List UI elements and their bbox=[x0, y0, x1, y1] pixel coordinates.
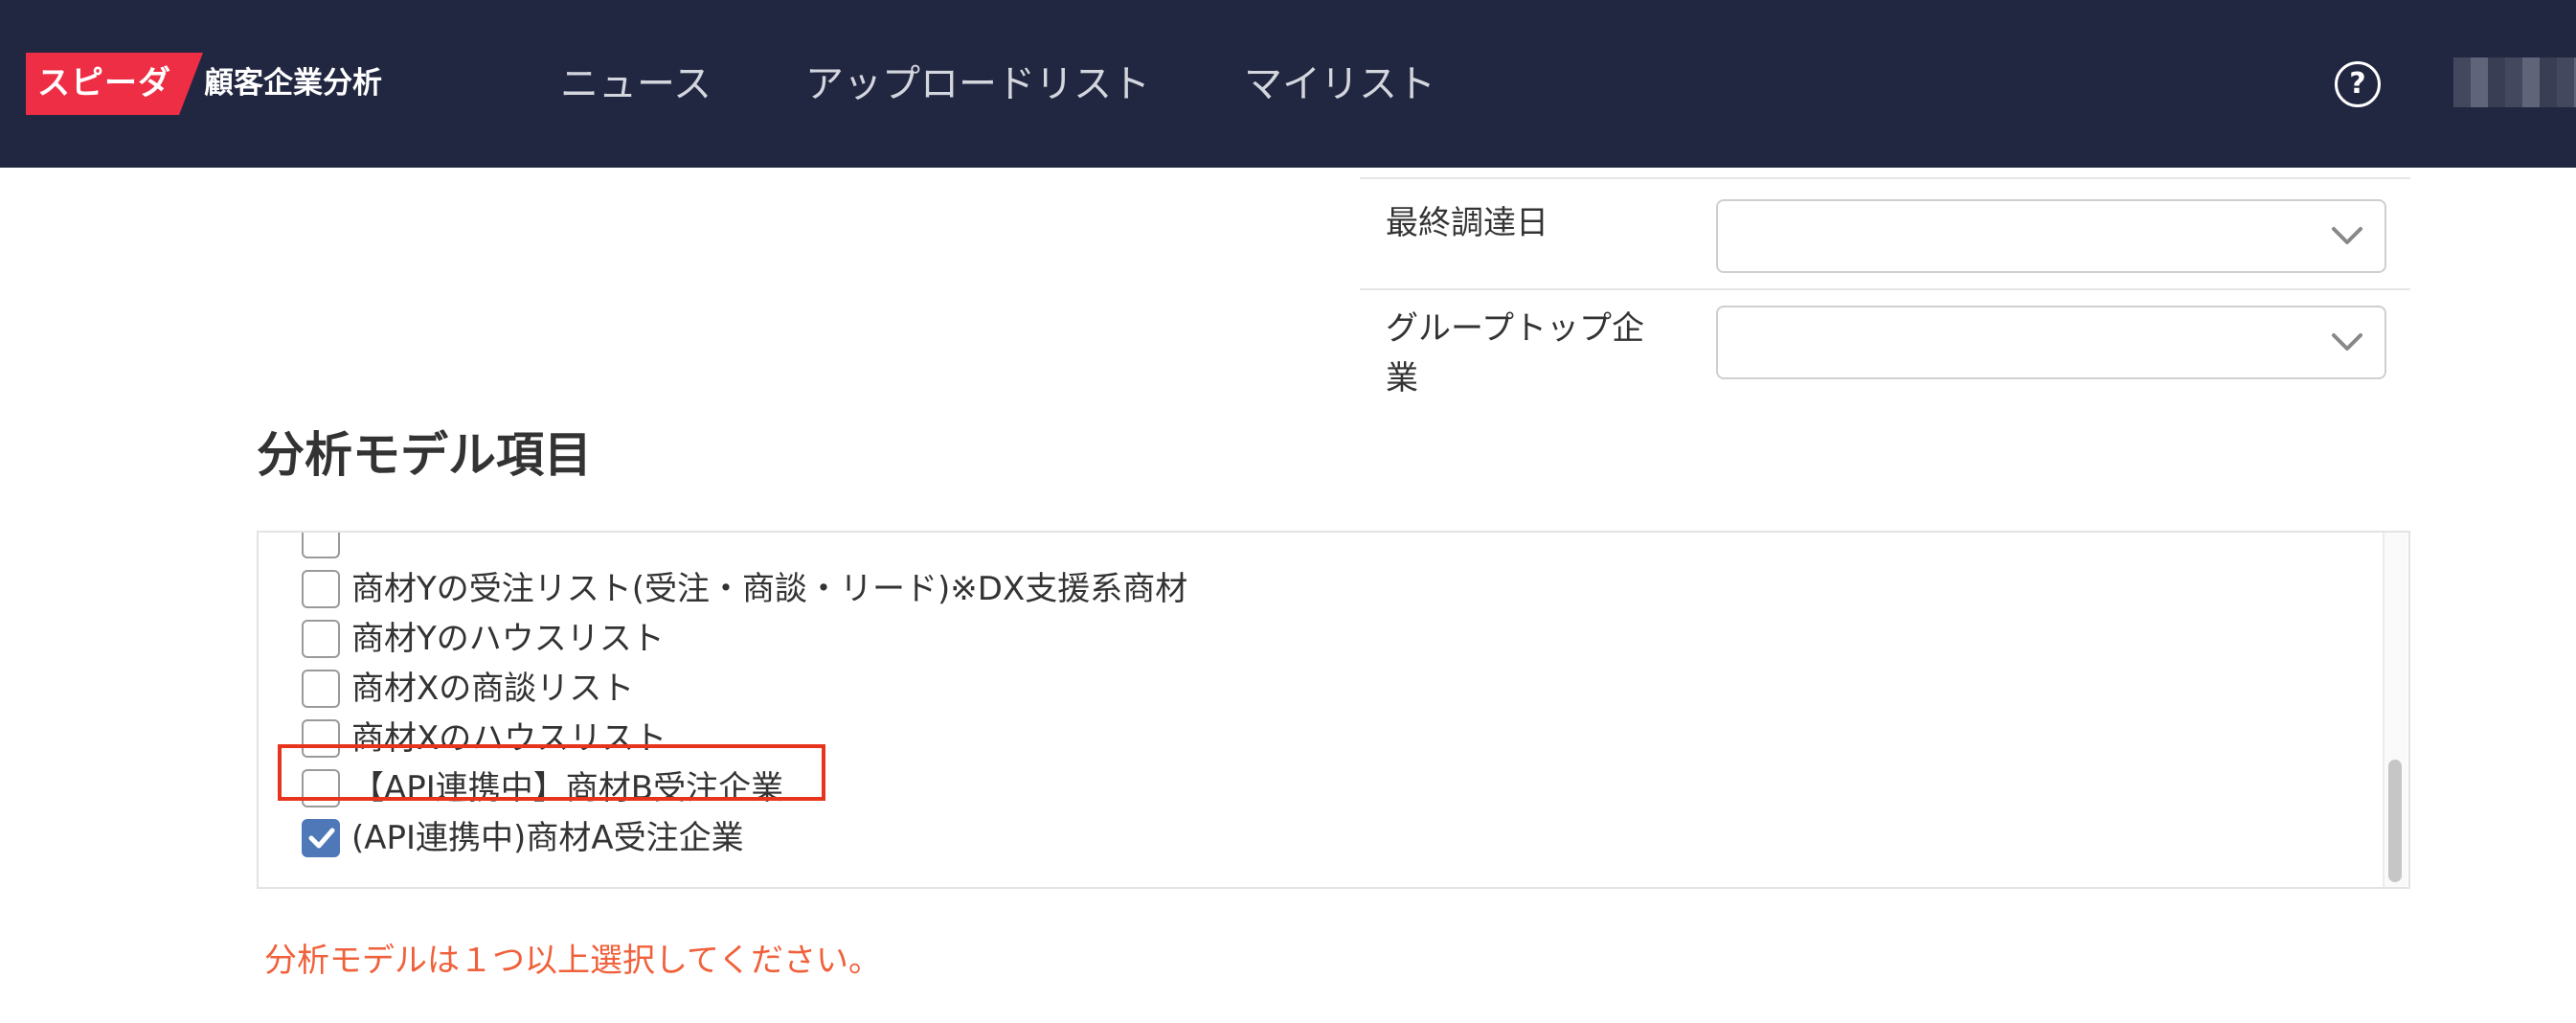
nav-upload-list[interactable]: アップロードリスト bbox=[805, 53, 1150, 116]
model-option[interactable]: 商材Yのハウスリスト bbox=[302, 614, 1187, 664]
model-option-label: 商材Yのハウスリスト bbox=[351, 620, 665, 658]
analysis-model-title: 分析モデル項目 bbox=[257, 427, 592, 483]
checkbox[interactable] bbox=[302, 533, 340, 558]
analysis-model-options: 商材Yの受注リスト(受注・商談・リード)※DX支援系商材 商材Yのハウスリスト … bbox=[302, 533, 1187, 863]
nav-my-list[interactable]: マイリスト bbox=[1244, 53, 1435, 116]
checkmark-icon bbox=[308, 828, 335, 849]
model-option[interactable]: 商材Xのハウスリスト bbox=[302, 714, 1187, 763]
chevron-down-icon bbox=[2332, 227, 2362, 244]
model-option-label: (API連携中)商材A受注企業 bbox=[351, 819, 744, 857]
model-option-label: 商材Xの商談リスト bbox=[351, 670, 635, 708]
filter-row-group-top-company: グループトップ企 業 bbox=[1360, 290, 2410, 410]
main-nav: ニュース アップロードリスト マイリスト bbox=[560, 53, 1529, 116]
checkbox[interactable] bbox=[302, 620, 340, 658]
analysis-model-list[interactable]: 商材Yの受注リスト(受注・商談・リード)※DX支援系商材 商材Yのハウスリスト … bbox=[257, 531, 2410, 889]
checkbox[interactable] bbox=[302, 570, 340, 608]
filter-row-last-funding-date: 最終調達日 bbox=[1360, 177, 2410, 290]
nav-news[interactable]: ニュース bbox=[560, 53, 712, 116]
checkbox[interactable] bbox=[302, 719, 340, 758]
app-name: 顧客企業分析 bbox=[204, 66, 382, 101]
logo-text: スピーダ bbox=[37, 64, 171, 102]
filter-label-line1: グループトップ企 bbox=[1386, 309, 1644, 348]
user-avatar[interactable] bbox=[2453, 57, 2576, 107]
validation-error: 分析モデルは１つ以上選択してください。 bbox=[264, 942, 881, 980]
model-option[interactable] bbox=[302, 533, 1187, 564]
model-option-label: 【API連携中】商材B受注企業 bbox=[351, 769, 784, 807]
filter-label-group-top-company: グループトップ企 業 bbox=[1386, 304, 1673, 403]
checkbox-checked[interactable] bbox=[302, 819, 340, 857]
filter-label-last-funding-date: 最終調達日 bbox=[1386, 204, 1548, 242]
checkbox[interactable] bbox=[302, 769, 340, 807]
chevron-down-icon bbox=[2332, 333, 2362, 351]
model-option-label: 商材Xのハウスリスト bbox=[351, 719, 667, 758]
list-scrollbar-thumb[interactable] bbox=[2388, 760, 2402, 882]
model-option-api-a[interactable]: (API連携中)商材A受注企業 bbox=[302, 813, 1187, 863]
group-top-company-select[interactable] bbox=[1716, 306, 2386, 379]
model-option[interactable]: 商材Xの商談リスト bbox=[302, 664, 1187, 714]
top-navigation-bar: スピーダ 顧客企業分析 ニュース アップロードリスト マイリスト ? bbox=[0, 0, 2576, 168]
model-option-label: 商材Yの受注リスト(受注・商談・リード)※DX支援系商材 bbox=[351, 570, 1188, 608]
model-option[interactable]: 商材Yの受注リスト(受注・商談・リード)※DX支援系商材 bbox=[302, 564, 1187, 614]
checkbox[interactable] bbox=[302, 670, 340, 708]
filter-label-line2: 業 bbox=[1386, 359, 1418, 398]
help-icon[interactable]: ? bbox=[2335, 61, 2381, 107]
last-funding-date-select[interactable] bbox=[1716, 199, 2386, 273]
logo-badge: スピーダ bbox=[26, 53, 203, 115]
speeda-logo[interactable]: スピーダ bbox=[26, 53, 203, 115]
model-option-api-b[interactable]: 【API連携中】商材B受注企業 bbox=[302, 763, 1187, 813]
